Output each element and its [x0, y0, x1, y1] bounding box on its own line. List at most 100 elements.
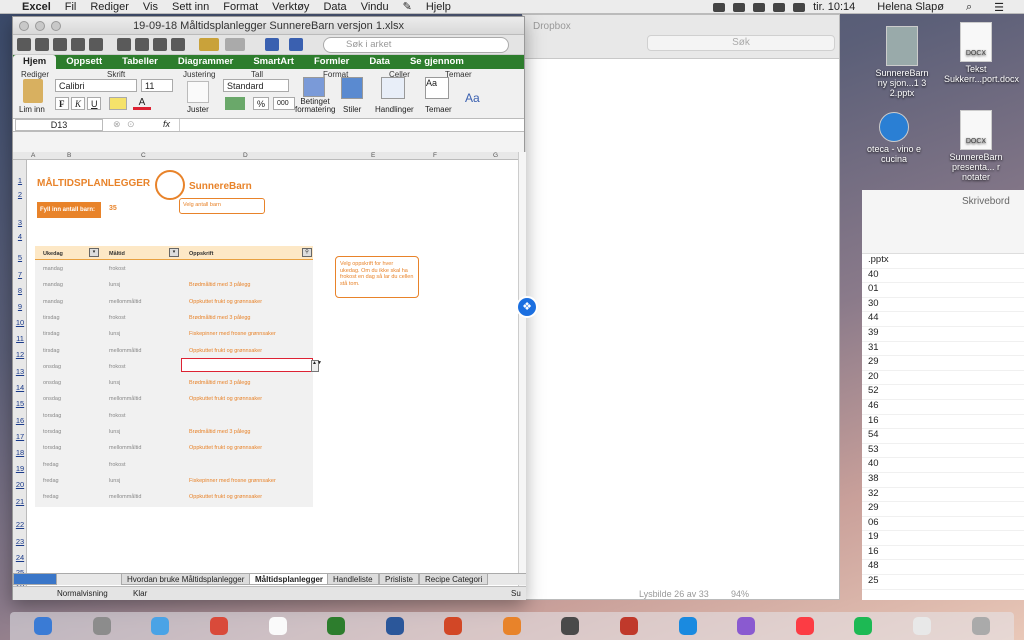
row-header[interactable]: 13: [13, 367, 27, 376]
menu-sett-inn[interactable]: Sett inn: [172, 1, 209, 13]
cell-maltid[interactable]: lunsj: [109, 380, 120, 386]
mail-icon[interactable]: [678, 617, 697, 635]
cell-oppskrift[interactable]: Oppkuttet frukt og grønnsaker: [189, 445, 262, 451]
cell-maltid[interactable]: frokost: [109, 462, 126, 468]
selected-cell[interactable]: [181, 358, 313, 372]
row-header[interactable]: 2: [13, 190, 27, 199]
row-header[interactable]: 3: [13, 218, 27, 227]
list-item[interactable]: 48: [862, 560, 1024, 576]
cell-ukedag[interactable]: fredag: [43, 494, 59, 500]
sheet-tab[interactable]: Prisliste: [379, 574, 420, 585]
finder-search[interactable]: Søk: [647, 35, 835, 51]
tab-tabeller[interactable]: Tabeller: [112, 55, 168, 69]
fx-label[interactable]: fx: [163, 119, 170, 129]
row-header[interactable]: 7: [13, 270, 27, 279]
folder-label[interactable]: Skrivebord: [962, 196, 1010, 207]
col-header[interactable]: B: [67, 152, 71, 159]
cell-ukedag[interactable]: onsdag: [43, 396, 61, 402]
chrome-icon[interactable]: [912, 617, 931, 635]
cell-oppskrift[interactable]: Fiskepinner med frosne grønnsaker: [189, 478, 276, 484]
row-header[interactable]: 20: [13, 480, 27, 489]
excel-icon[interactable]: [327, 617, 346, 635]
themes-button[interactable]: Temaer: [425, 105, 452, 114]
menu-format[interactable]: Format: [223, 1, 258, 13]
tab-data[interactable]: Data: [359, 55, 400, 69]
percent-button[interactable]: %: [253, 97, 269, 110]
col-header[interactable]: F: [433, 152, 437, 159]
sheet-tab-active[interactable]: Måltidsplanlegger: [249, 574, 330, 585]
list-item[interactable]: 53: [862, 444, 1024, 459]
list-item[interactable]: 38: [862, 473, 1024, 488]
spotify-icon[interactable]: [854, 617, 873, 635]
script-icon[interactable]: ✎: [403, 0, 412, 13]
cell-ukedag[interactable]: tirsdag: [43, 315, 60, 321]
desktop-file[interactable]: SunnereBarn ny sjon...1 3 2.pptx: [870, 26, 934, 98]
undo-icon[interactable]: [199, 38, 219, 51]
col-header[interactable]: C: [141, 152, 146, 159]
col-header[interactable]: A: [31, 152, 35, 159]
list-item[interactable]: 31: [862, 342, 1024, 357]
list-item[interactable]: 46: [862, 400, 1024, 415]
sheet-search-input[interactable]: Søk i arket: [323, 37, 509, 53]
cell-maltid[interactable]: mellommåltid: [109, 299, 141, 305]
formula-input[interactable]: [179, 119, 519, 131]
sheet-tab[interactable]: Recipe Categori: [419, 574, 489, 585]
list-item[interactable]: 01: [862, 283, 1024, 298]
underline-button[interactable]: U: [87, 97, 101, 110]
cell-ukedag[interactable]: tirsdag: [43, 331, 60, 337]
row-header[interactable]: 23: [13, 537, 27, 546]
list-item[interactable]: 54: [862, 429, 1024, 444]
list-item[interactable]: 52: [862, 385, 1024, 400]
list-item[interactable]: 40: [862, 269, 1024, 284]
cell-ukedag[interactable]: fredag: [43, 462, 59, 468]
tab-oppsett[interactable]: Oppsett: [56, 55, 112, 69]
cell-ukedag[interactable]: tirsdag: [43, 348, 60, 354]
search-icon[interactable]: ⌕: [966, 1, 972, 14]
cell-ukedag[interactable]: mandag: [43, 282, 63, 288]
word-icon[interactable]: [385, 617, 404, 635]
list-item[interactable]: 29: [862, 356, 1024, 371]
list-item[interactable]: 40: [862, 458, 1024, 473]
redo-icon[interactable]: [225, 38, 245, 51]
cell-maltid[interactable]: mellommåltid: [109, 445, 141, 451]
list-item[interactable]: 06: [862, 517, 1024, 532]
list-item[interactable]: 20: [862, 371, 1024, 386]
cell-ukedag[interactable]: mandag: [43, 299, 63, 305]
styles-icon[interactable]: [341, 77, 363, 99]
desktop-file[interactable]: DOCX SunnereBarn presenta... r notater: [944, 110, 1008, 182]
trash-icon[interactable]: [971, 617, 990, 635]
row-header[interactable]: 19: [13, 464, 27, 473]
col-header[interactable]: D: [243, 152, 248, 159]
settings-icon[interactable]: [561, 617, 580, 635]
minimize-button[interactable]: [35, 21, 45, 31]
row-header[interactable]: 21: [13, 497, 27, 506]
list-item[interactable]: 16: [862, 546, 1024, 561]
list-item[interactable]: .pptx: [862, 254, 1024, 269]
cell-oppskrift[interactable]: Oppkuttet frukt og grønnsaker: [189, 299, 262, 305]
tab-hjem[interactable]: Hjem: [13, 55, 57, 69]
filter-dropdown[interactable]: ▾: [89, 248, 99, 257]
open-icon[interactable]: [53, 38, 67, 51]
cut-icon[interactable]: [117, 38, 131, 51]
row-header[interactable]: 4: [13, 232, 27, 241]
cell-oppskrift[interactable]: Brødmåltid med 3 pålegg: [189, 380, 250, 386]
cells-button[interactable]: Handlinger: [375, 105, 414, 114]
row-header[interactable]: 16: [13, 416, 27, 425]
row-header[interactable]: 10: [13, 318, 27, 327]
sheet-tab[interactable]: Hvordan bruke Måltidsplanlegger: [121, 574, 251, 585]
battery-icon[interactable]: [773, 2, 786, 12]
photos-icon[interactable]: [737, 617, 756, 635]
row-header[interactable]: 8: [13, 286, 27, 295]
col-header[interactable]: G: [493, 152, 498, 159]
menu-rediger[interactable]: Rediger: [90, 1, 129, 13]
bold-button[interactable]: F: [55, 97, 69, 110]
acrobat-icon[interactable]: [620, 617, 639, 635]
powerpoint-icon[interactable]: [444, 617, 463, 635]
list-item[interactable]: 16: [862, 415, 1024, 430]
zoom-button[interactable]: [51, 21, 61, 31]
align-icon[interactable]: [187, 81, 209, 103]
font-size-select[interactable]: 11: [141, 79, 173, 92]
user-name[interactable]: Helena Slapø: [877, 1, 944, 13]
cell-maltid[interactable]: mellommåltid: [109, 494, 141, 500]
themes-icon[interactable]: Aa: [425, 77, 449, 99]
